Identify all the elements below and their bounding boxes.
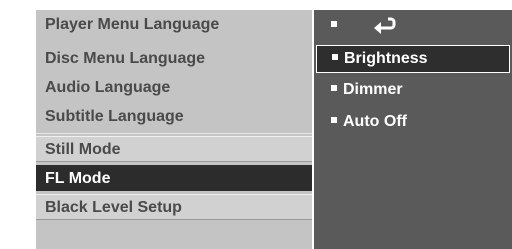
menu-item-disc-menu-language[interactable]: Disc Menu Language	[36, 46, 312, 72]
fl-mode-submenu: Brightness Dimmer Auto Off	[314, 10, 512, 249]
menu-item-audio-language[interactable]: Audio Language	[36, 75, 312, 101]
bullet-icon	[332, 53, 338, 60]
bullet-icon	[331, 116, 337, 123]
menu-divider	[36, 133, 312, 134]
settings-menu: Player Menu Language Disc Menu Language …	[36, 10, 312, 249]
sub-item-label: Auto Off	[343, 113, 407, 130]
setup-menu-screen: Player Menu Language Disc Menu Language …	[0, 0, 512, 249]
sub-item-label: Brightness	[344, 50, 428, 67]
menu-item-subtitle-language[interactable]: Subtitle Language	[36, 104, 312, 130]
sub-item-return[interactable]	[314, 12, 512, 40]
menu-item-player-menu-language[interactable]: Player Menu Language	[36, 12, 312, 38]
sub-item-auto-off[interactable]: Auto Off	[314, 108, 512, 136]
sub-item-dimmer[interactable]: Dimmer	[314, 76, 512, 104]
menu-item-still-mode[interactable]: Still Mode	[36, 136, 312, 162]
menu-item-black-level-setup[interactable]: Black Level Setup	[36, 194, 312, 220]
bullet-icon	[331, 84, 337, 91]
bullet-icon	[331, 20, 337, 27]
menu-item-fl-mode[interactable]: FL Mode	[36, 165, 312, 191]
sub-item-brightness[interactable]: Brightness	[316, 45, 510, 73]
sub-item-label: Dimmer	[343, 81, 403, 98]
return-arrow-icon	[374, 17, 396, 34]
